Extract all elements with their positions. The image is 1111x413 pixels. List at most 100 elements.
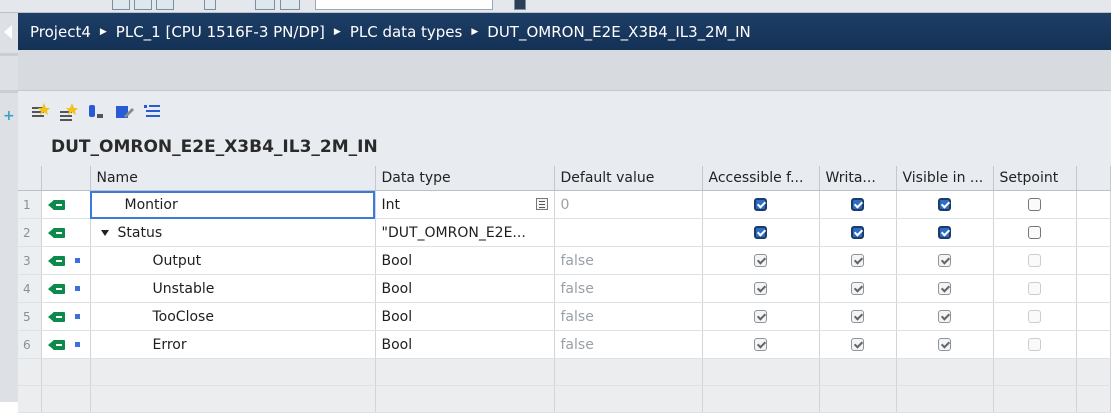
expand-icon[interactable] <box>86 102 106 122</box>
visible-checkbox[interactable] <box>938 282 951 295</box>
accessible-cell[interactable] <box>702 218 820 247</box>
accessible-checkbox[interactable] <box>754 254 767 267</box>
accessible-checkbox[interactable] <box>754 310 767 323</box>
writable-cell[interactable] <box>819 274 897 303</box>
default-value-cell[interactable]: 0 <box>554 190 703 219</box>
accessible-cell[interactable] <box>702 330 820 359</box>
name-cell[interactable]: Error <box>90 330 376 359</box>
toolbar-button[interactable] <box>134 0 152 10</box>
writable-cell[interactable] <box>819 246 897 275</box>
default-value-cell[interactable]: false <box>554 330 703 359</box>
setpoint-cell[interactable] <box>993 218 1077 247</box>
setpoint-cell[interactable] <box>993 302 1077 331</box>
add-icon[interactable]: + <box>3 109 15 123</box>
table-row[interactable]: 1 Montior Int 0 <box>18 190 1111 219</box>
breadcrumb-item-type[interactable]: DUT_OMRON_E2E_X3B4_IL3_2M_IN <box>487 23 751 41</box>
breadcrumb-item-plc[interactable]: PLC_1 [CPU 1516F-3 PN/DP] <box>116 23 325 41</box>
writable-cell[interactable] <box>819 302 897 331</box>
collapse-arrow-icon[interactable] <box>100 229 109 236</box>
data-type-cell[interactable]: Bool <box>375 330 555 359</box>
edit-icon[interactable] <box>114 102 134 122</box>
toolbar-button[interactable] <box>280 0 300 10</box>
writable-checkbox[interactable] <box>851 254 864 267</box>
accessible-checkbox[interactable] <box>754 226 767 239</box>
insert-row-icon[interactable] <box>30 102 50 122</box>
setpoint-cell[interactable] <box>993 274 1077 303</box>
setpoint-checkbox[interactable] <box>1028 282 1041 295</box>
empty-row[interactable] <box>18 385 1111 413</box>
setpoint-checkbox[interactable] <box>1028 338 1041 351</box>
name-cell[interactable]: TooClose <box>90 302 376 331</box>
column-header-setpoint[interactable]: Setpoint <box>993 166 1077 191</box>
accessible-checkbox[interactable] <box>754 282 767 295</box>
visible-cell[interactable] <box>896 246 994 275</box>
column-header-name[interactable]: Name <box>90 166 376 191</box>
empty-cell[interactable] <box>90 385 376 413</box>
accessible-checkbox[interactable] <box>754 338 767 351</box>
accessible-cell[interactable] <box>702 302 820 331</box>
empty-cell[interactable] <box>90 358 376 386</box>
writable-checkbox[interactable] <box>851 226 864 239</box>
toolbar-button[interactable] <box>156 0 174 10</box>
visible-checkbox[interactable] <box>938 310 951 323</box>
visible-cell[interactable] <box>896 274 994 303</box>
setpoint-checkbox[interactable] <box>1028 198 1041 211</box>
default-value-cell[interactable]: false <box>554 302 703 331</box>
table-row[interactable]: 6 Error Bool false <box>18 330 1111 359</box>
breadcrumb-item-folder[interactable]: PLC data types <box>350 23 463 41</box>
setpoint-checkbox[interactable] <box>1028 254 1041 267</box>
writable-cell[interactable] <box>819 190 897 219</box>
writable-cell[interactable] <box>819 218 897 247</box>
name-cell[interactable]: Status <box>90 218 376 247</box>
search-project-input[interactable] <box>315 0 493 10</box>
toolbar-button[interactable] <box>255 0 275 10</box>
writable-cell[interactable] <box>819 330 897 359</box>
default-value-cell[interactable] <box>554 218 703 247</box>
visible-cell[interactable] <box>896 218 994 247</box>
column-header-data-type[interactable]: Data type <box>375 166 555 191</box>
list-icon[interactable] <box>142 102 162 122</box>
visible-checkbox[interactable] <box>938 198 951 211</box>
writable-checkbox[interactable] <box>851 282 864 295</box>
column-header-visible[interactable]: Visible in ... <box>896 166 994 191</box>
collapse-arrow-icon[interactable] <box>4 25 12 39</box>
type-selector-icon[interactable] <box>535 197 548 210</box>
add-row-icon[interactable] <box>58 102 78 122</box>
name-cell[interactable]: Output <box>90 246 376 275</box>
writable-checkbox[interactable] <box>851 338 864 351</box>
visible-checkbox[interactable] <box>938 254 951 267</box>
breadcrumb-item-project[interactable]: Project4 <box>30 23 91 41</box>
visible-checkbox[interactable] <box>938 226 951 239</box>
name-cell[interactable]: Unstable <box>90 274 376 303</box>
accessible-cell[interactable] <box>702 246 820 275</box>
data-type-cell[interactable]: Bool <box>375 246 555 275</box>
data-type-cell[interactable]: Int <box>375 190 555 219</box>
data-type-cell[interactable]: "DUT_OMRON_E2E... <box>375 218 555 247</box>
toolbar-button[interactable] <box>514 0 526 10</box>
visible-checkbox[interactable] <box>938 338 951 351</box>
column-header-default-value[interactable]: Default value <box>554 166 703 191</box>
data-type-cell[interactable]: Bool <box>375 274 555 303</box>
visible-cell[interactable] <box>896 190 994 219</box>
writable-checkbox[interactable] <box>851 198 864 211</box>
accessible-cell[interactable] <box>702 190 820 219</box>
table-row[interactable]: 3 Output Bool false <box>18 246 1111 275</box>
setpoint-checkbox[interactable] <box>1028 310 1041 323</box>
toolbar-button[interactable] <box>112 0 130 10</box>
setpoint-checkbox[interactable] <box>1028 226 1041 239</box>
setpoint-cell[interactable] <box>993 190 1077 219</box>
setpoint-cell[interactable] <box>993 246 1077 275</box>
column-header-writable[interactable]: Writa... <box>819 166 897 191</box>
accessible-checkbox[interactable] <box>754 198 767 211</box>
default-value-cell[interactable]: false <box>554 246 703 275</box>
table-row[interactable]: 2 Status "DUT_OMRON_E2E... <box>18 218 1111 247</box>
table-row[interactable]: 4 Unstable Bool false <box>18 274 1111 303</box>
empty-row[interactable] <box>18 358 1111 386</box>
accessible-cell[interactable] <box>702 274 820 303</box>
column-header-accessible[interactable]: Accessible f... <box>702 166 820 191</box>
name-cell[interactable]: Montior <box>90 190 376 219</box>
table-row[interactable]: 5 TooClose Bool false <box>18 302 1111 331</box>
toolbar-button[interactable] <box>204 0 216 10</box>
default-value-cell[interactable]: false <box>554 274 703 303</box>
visible-cell[interactable] <box>896 330 994 359</box>
